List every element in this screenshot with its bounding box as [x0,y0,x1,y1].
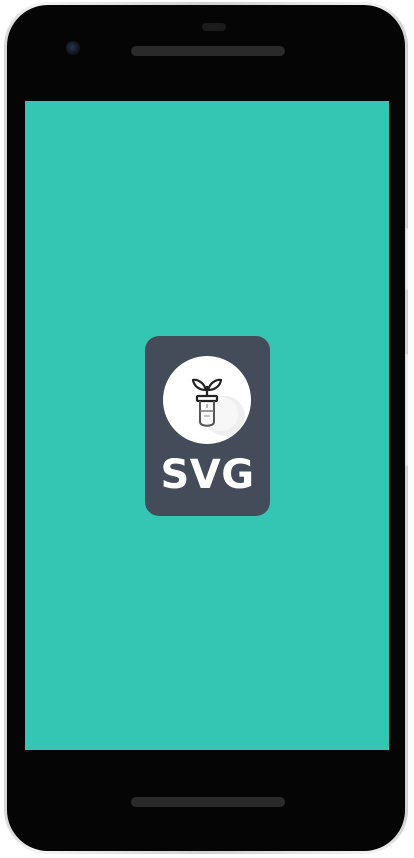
bottom-speaker [131,797,285,807]
plant-test-tube-icon [191,378,245,436]
app-icon-label: SVG [160,452,255,498]
earpiece [202,23,226,31]
front-camera [66,41,80,55]
top-speaker [131,46,285,56]
icon-badge [163,356,251,444]
app-icon[interactable]: SVG [145,336,270,516]
